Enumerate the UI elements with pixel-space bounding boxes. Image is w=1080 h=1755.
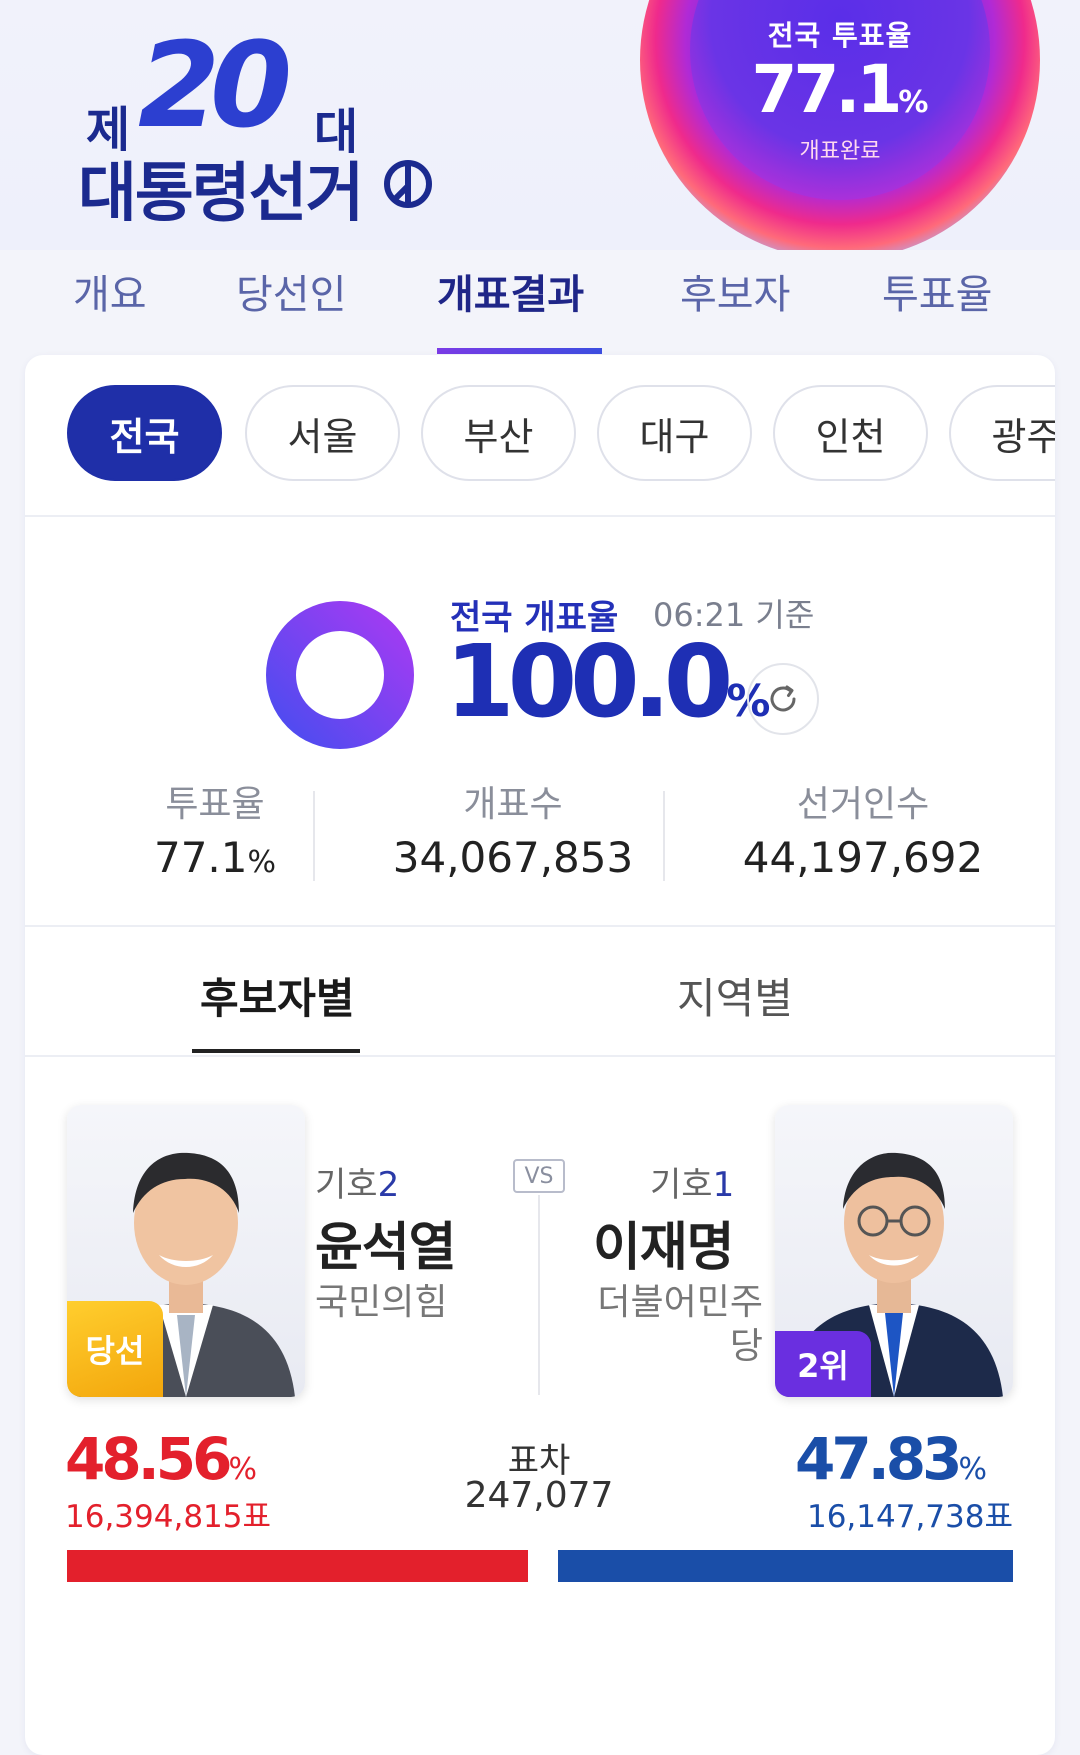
stat-value-wrap: 77.1% bbox=[65, 833, 365, 882]
turnout-unit: % bbox=[898, 85, 929, 120]
stat-value: 77.1 bbox=[153, 833, 248, 882]
region-filter: 전국 서울 부산 대구 인천 광주 bbox=[25, 355, 1055, 517]
vs-badge: VS bbox=[513, 1159, 565, 1193]
region-chip-gwangju[interactable]: 광주 bbox=[949, 385, 1055, 481]
vote-share-value: 47.83 bbox=[795, 1425, 962, 1493]
party-line: 당 bbox=[729, 1326, 763, 1367]
vote-share-unit: % bbox=[228, 1452, 257, 1487]
region-chip-incheon[interactable]: 인천 bbox=[773, 385, 928, 481]
candidate-photo-left[interactable]: 당선 bbox=[67, 1105, 305, 1397]
turnout-status: 개표완료 bbox=[799, 139, 881, 164]
rank-badge: 2위 bbox=[775, 1331, 871, 1397]
number-label: 기호 bbox=[650, 1165, 713, 1205]
vs-divider bbox=[538, 1195, 540, 1395]
winner-badge: 당선 bbox=[67, 1301, 163, 1397]
candidate-number-left: 기호2 bbox=[315, 1157, 399, 1206]
stat-label: 개표수 bbox=[463, 784, 563, 825]
tab-winner[interactable]: 당선인 bbox=[236, 262, 346, 320]
region-chip-national[interactable]: 전국 bbox=[67, 385, 222, 481]
number-value: 2 bbox=[377, 1165, 400, 1205]
logo-number: 20 bbox=[138, 16, 292, 154]
result-view-tabs: 후보자별 지역별 bbox=[25, 925, 1055, 1057]
election-logo[interactable]: 제 20 대 대통령선거 bbox=[78, 16, 458, 231]
vote-bar-left bbox=[67, 1550, 529, 1582]
stat-unit: % bbox=[247, 845, 277, 880]
candidate-number-right: 기호1 bbox=[650, 1157, 734, 1206]
candidate-photo-right[interactable]: 2위 bbox=[775, 1105, 1013, 1397]
region-chip-daegu[interactable]: 대구 bbox=[597, 385, 752, 481]
turnout-value-wrap: 77.1% bbox=[690, 54, 990, 139]
vote-share-right: 47.83% bbox=[795, 1425, 987, 1493]
stat-divider bbox=[663, 791, 665, 881]
tab-count-results[interactable]: 개표결과 bbox=[437, 262, 584, 320]
election-header: 제 20 대 대통령선거 전국 투표율 77.1% 개표완료 bbox=[0, 0, 1080, 250]
stat-turnout: 투표율 77.1% bbox=[65, 775, 365, 882]
logo-title: 대통령선거 bbox=[78, 157, 364, 231]
vote-share-unit: % bbox=[958, 1452, 987, 1487]
stat-label: 선거인수 bbox=[796, 784, 930, 825]
candidate-name-left: 윤석열 bbox=[315, 1218, 457, 1278]
vote-share-value: 48.56 bbox=[65, 1425, 232, 1493]
tab-by-candidate[interactable]: 후보자별 bbox=[200, 965, 355, 1026]
main-nav: 개요 당선인 개표결과 후보자 투표율 bbox=[0, 250, 1080, 354]
tab-overview[interactable]: 개요 bbox=[73, 262, 147, 320]
stat-value: 44,197,692 bbox=[742, 833, 984, 882]
region-chip-seoul[interactable]: 서울 bbox=[245, 385, 400, 481]
active-subtab-indicator bbox=[192, 1049, 360, 1053]
turnout-label: 전국 투표율 bbox=[767, 19, 913, 52]
tab-candidates[interactable]: 후보자 bbox=[680, 262, 790, 320]
results-card: 전국 서울 부산 대구 인천 광주 전국 개표율 06:21 기준 100.0% bbox=[25, 355, 1055, 1755]
stat-label: 투표율 bbox=[165, 784, 265, 825]
ballot-stamp-icon bbox=[384, 160, 432, 208]
vote-count-right: 16,147,738표 bbox=[806, 1499, 1013, 1535]
vote-count-left: 16,394,815표 bbox=[65, 1499, 272, 1535]
stat-electorate: 선거인수 44,197,692 bbox=[713, 775, 1013, 882]
candidate-party-left: 국민의힘 bbox=[315, 1282, 448, 1323]
count-rate-wrap: 100.0% bbox=[445, 623, 770, 740]
candidate-name-right: 이재명 bbox=[593, 1218, 735, 1278]
refresh-button[interactable] bbox=[747, 663, 819, 735]
vote-share-left: 48.56% bbox=[65, 1425, 257, 1493]
party-line: 더불어민주 bbox=[597, 1282, 763, 1323]
active-tab-indicator bbox=[437, 348, 602, 354]
vote-margin-value: 247,077 bbox=[464, 1475, 614, 1516]
count-stats: 투표율 77.1% 개표수 34,067,853 선거인수 44,197,692 bbox=[25, 775, 1055, 895]
vote-bar-right bbox=[558, 1550, 1013, 1582]
count-summary: 전국 개표율 06:21 기준 100.0% 투표율 77.1% 개표수 34,… bbox=[25, 515, 1055, 927]
number-label: 기호 bbox=[315, 1165, 378, 1205]
national-turnout: 전국 투표율 77.1% 개표완료 bbox=[690, 14, 990, 165]
region-chip-busan[interactable]: 부산 bbox=[421, 385, 576, 481]
stat-value: 34,067,853 bbox=[392, 833, 634, 882]
count-progress-ring bbox=[266, 601, 414, 749]
number-value: 1 bbox=[712, 1165, 735, 1205]
candidate-party-right: 더불어민주 당 bbox=[565, 1281, 763, 1369]
turnout-value: 77.1 bbox=[751, 51, 903, 128]
count-rate-value: 100.0 bbox=[445, 623, 733, 740]
stat-counted: 개표수 34,067,853 bbox=[363, 775, 663, 882]
tab-turnout[interactable]: 투표율 bbox=[882, 262, 992, 320]
refresh-icon bbox=[770, 685, 796, 712]
candidate-comparison: 당선 기호2 윤석열 국민의힘 VS 기호1 이재명 더불어민주 당 2위 48… bbox=[25, 1055, 1055, 1755]
stat-divider bbox=[313, 791, 315, 881]
tab-by-region[interactable]: 지역별 bbox=[677, 965, 793, 1026]
